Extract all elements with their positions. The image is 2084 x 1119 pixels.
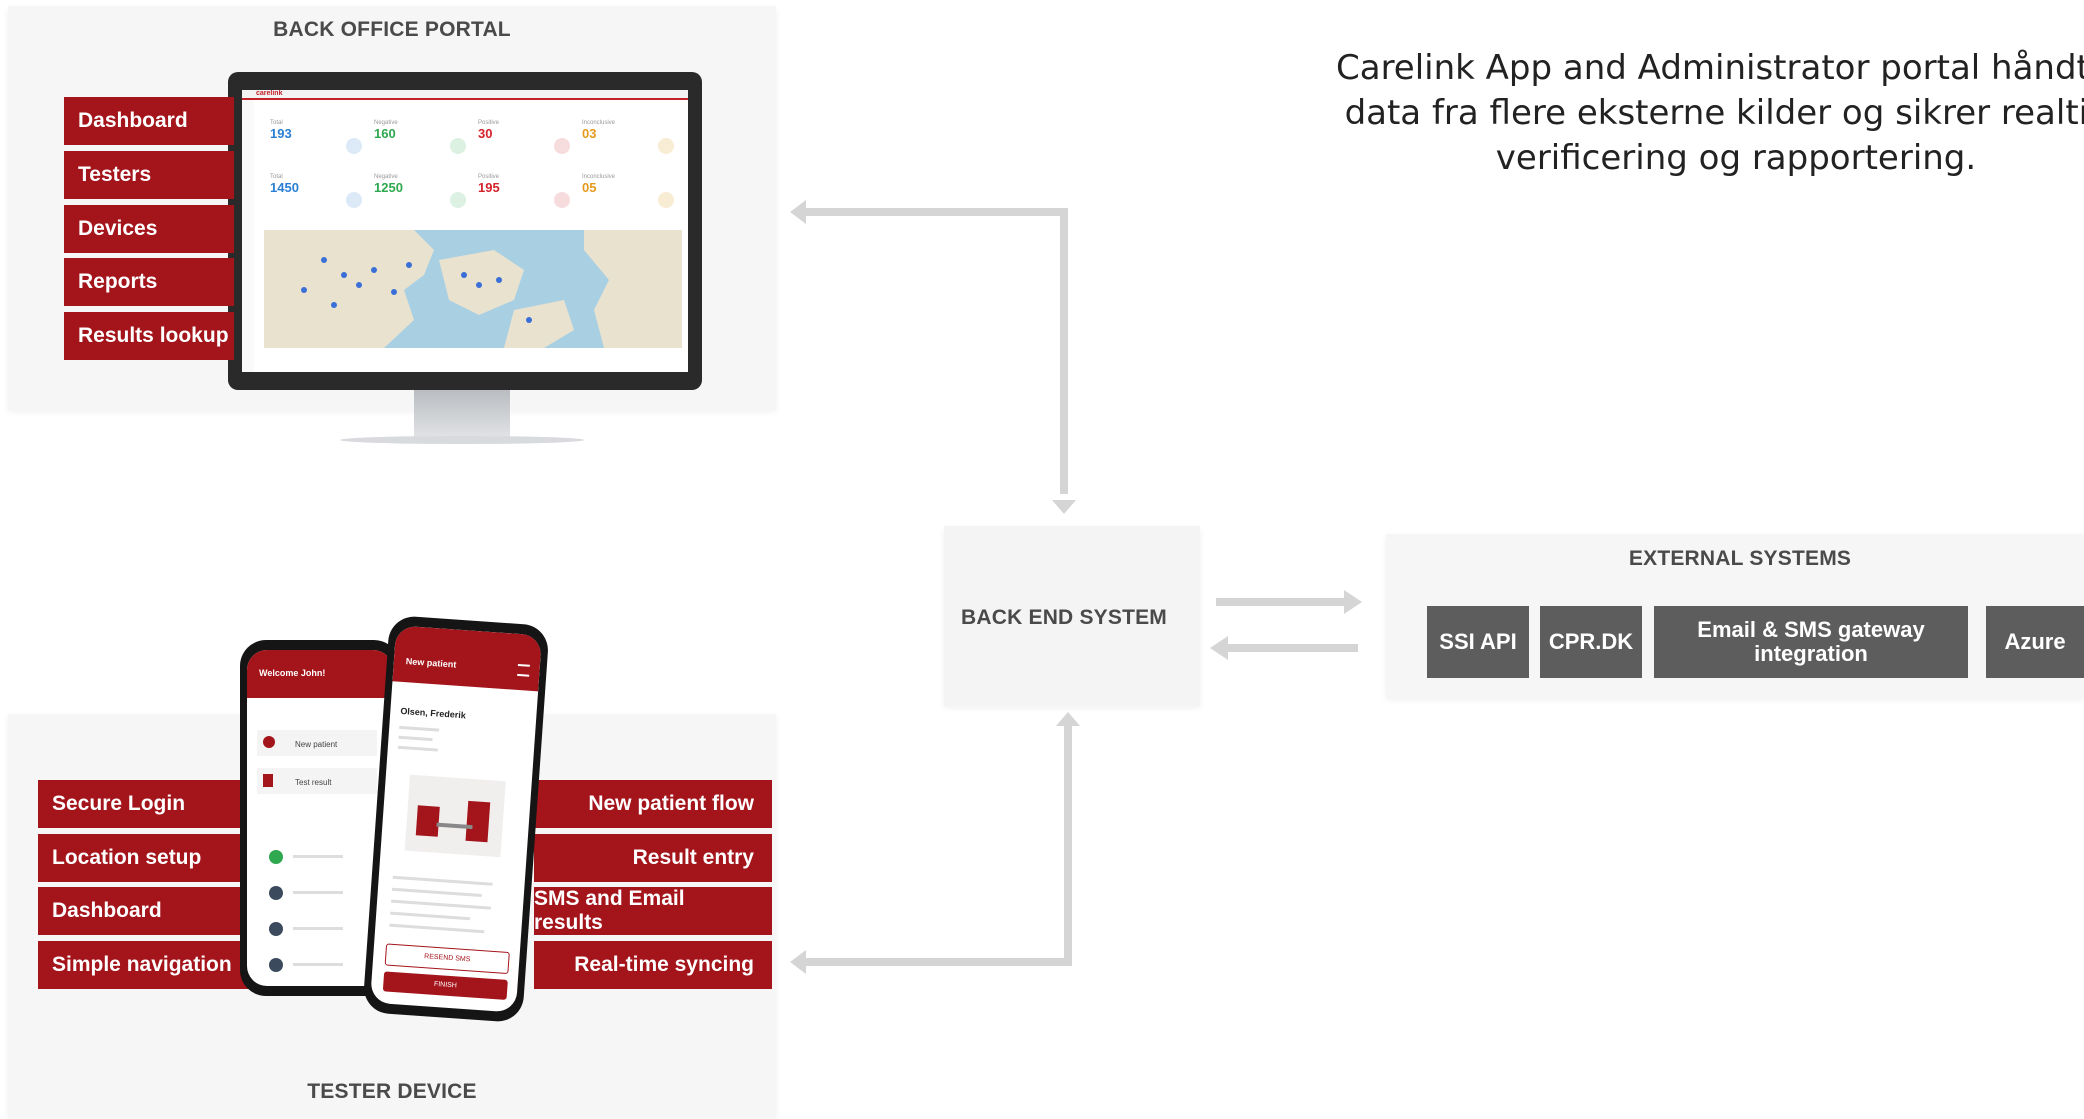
backend-title: BACK END SYSTEM (960, 606, 1168, 629)
document-icon (263, 774, 273, 787)
action-test-result[interactable]: Test result (257, 768, 377, 794)
menu-devices[interactable]: Devices (64, 205, 234, 253)
stat-negative-2: Negative 1250 (374, 174, 403, 195)
status-icon (269, 886, 283, 900)
menu-reports[interactable]: Reports (64, 258, 234, 306)
map[interactable] (264, 230, 682, 348)
screen-brand: carelink (256, 90, 283, 97)
caption-line-2: data fra flere eksterne kilder og sikrer… (1344, 93, 2084, 133)
monitor: carelink Total 193 Negative 160 Positive 30… (228, 72, 702, 390)
arrowhead-left-device (790, 950, 806, 974)
arrowhead-down-backend (1052, 500, 1076, 514)
caption-line-1: Carelink App and Administrator portal hå… (1336, 48, 2084, 88)
arrow-portal-backend (802, 208, 1068, 494)
phone-front: New patient Olsen, Frederik RESEND SMS F… (362, 614, 550, 1024)
tester-device-title: TESTER DEVICE (307, 1080, 477, 1103)
stat-negative-1: Negative 160 (374, 120, 398, 141)
caption-line-3: verificering og rapportering. (1495, 138, 1977, 178)
stat-total-2: Total 1450 (270, 174, 299, 195)
email-sms-gateway-button[interactable]: Email & SMS gateway integration (1654, 606, 1968, 678)
patient-name: Olsen, Frederik (400, 705, 467, 721)
phone-welcome: Welcome John! (259, 668, 326, 678)
map-land (264, 230, 682, 348)
finish-button[interactable]: FINISH (382, 971, 508, 1000)
azure-button[interactable]: Azure (1986, 606, 2084, 678)
stat-total-1: Total 193 (270, 120, 292, 141)
arrowhead-right-external (1344, 590, 1362, 614)
action-new-patient[interactable]: New patient (257, 730, 377, 756)
back-office-title: BACK OFFICE PORTAL (273, 18, 511, 41)
arrowhead-up-backend (1056, 712, 1080, 726)
shield-icon (450, 138, 466, 154)
dashboard-screen: carelink Total 193 Negative 160 Positive 30… (242, 90, 688, 372)
stat-positive-1: Positive 30 (478, 120, 500, 141)
phone-front-screen: New patient Olsen, Frederik RESEND SMS F… (369, 625, 543, 1013)
arrow-device-backend (802, 726, 1072, 966)
stat-positive-2: Positive 195 (478, 174, 500, 195)
ssi-api-button[interactable]: SSI API (1427, 606, 1529, 678)
menu-secure-login[interactable]: Secure Login (38, 780, 248, 828)
filter-icon (346, 192, 362, 208)
status-icon (269, 922, 283, 936)
resend-sms-button[interactable]: RESEND SMS (384, 943, 510, 975)
menu-icon[interactable] (517, 663, 530, 677)
menu-testers[interactable]: Testers (64, 151, 234, 199)
filter-icon (346, 138, 362, 154)
menu-dashboard[interactable]: Dashboard (64, 97, 234, 145)
arrowhead-left-backend (1210, 636, 1228, 660)
menu-location-setup[interactable]: Location setup (38, 834, 248, 882)
monitor-stand (414, 390, 510, 440)
user-icon (263, 736, 275, 748)
warning-icon (658, 138, 674, 154)
status-icon (269, 958, 283, 972)
menu-tester-dashboard[interactable]: Dashboard (38, 887, 248, 935)
monitor-base (340, 436, 584, 444)
menu-new-patient-flow[interactable]: New patient flow (534, 780, 772, 828)
cpr-dk-button[interactable]: CPR.DK (1540, 606, 1642, 678)
warning-icon (658, 192, 674, 208)
virus-icon (554, 138, 570, 154)
menu-realtime-syncing[interactable]: Real-time syncing (534, 941, 772, 989)
menu-result-entry[interactable]: Result entry (534, 834, 772, 882)
external-systems-title: EXTERNAL SYSTEMS (1628, 547, 1852, 570)
stat-inconclusive-1: Inconclusive 03 (582, 120, 616, 141)
shield-icon (450, 192, 466, 208)
illustration-image (404, 774, 506, 858)
caption: Carelink App and Administrator portal hå… (1336, 46, 2084, 181)
menu-sms-email-results[interactable]: SMS and Email results (534, 887, 772, 935)
menu-simple-navigation[interactable]: Simple navigation (38, 941, 248, 989)
menu-results-lookup[interactable]: Results lookup (64, 312, 234, 360)
virus-icon (554, 192, 570, 208)
arrowhead-left-portal (790, 200, 806, 224)
stat-inconclusive-2: Inconclusive 05 (582, 174, 616, 195)
check-icon (269, 850, 283, 864)
